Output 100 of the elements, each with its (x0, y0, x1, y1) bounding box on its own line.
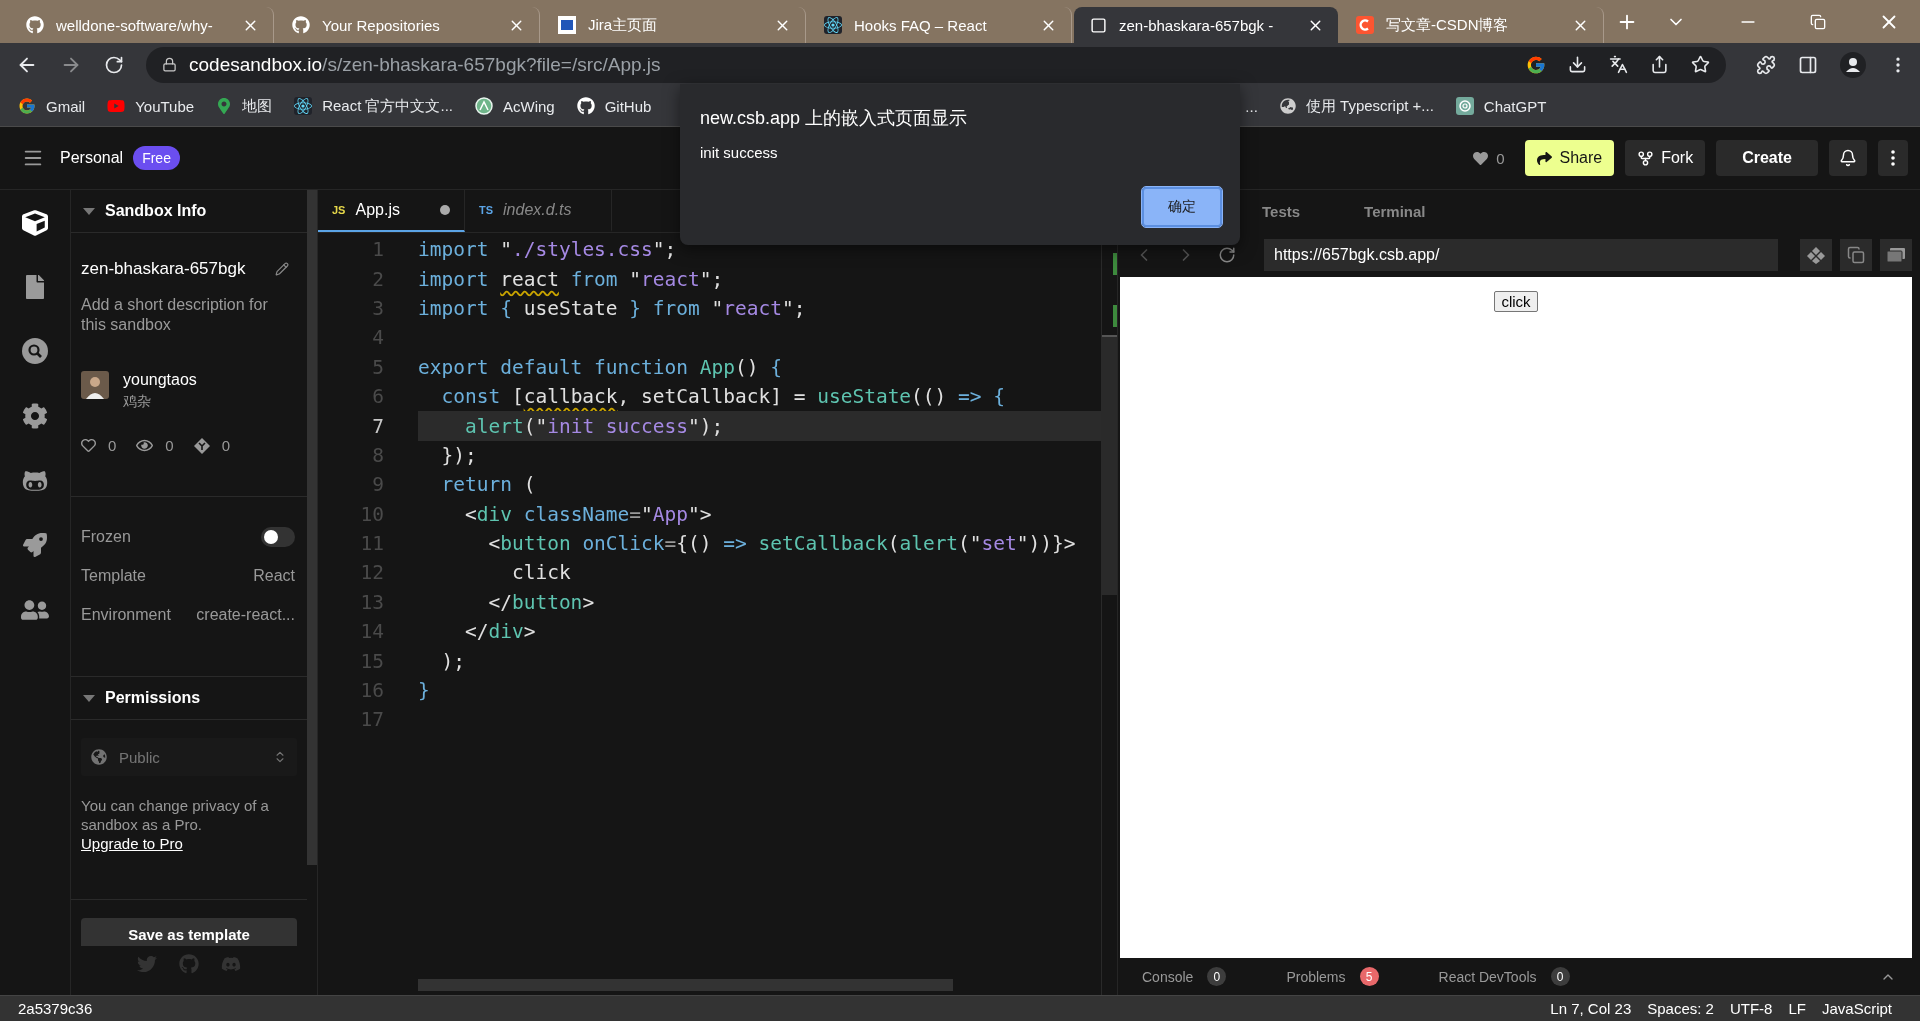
status-item[interactable]: LF (1788, 1000, 1806, 1017)
avatar (81, 371, 109, 399)
google-icon (18, 97, 36, 115)
bookmark[interactable]: GitHub (576, 97, 652, 115)
file-tab[interactable]: JS App.js (318, 190, 465, 232)
star-icon[interactable] (1691, 55, 1710, 74)
preview-url-field[interactable]: https://657bgk.csb.app/ (1264, 239, 1778, 271)
line-number: 7 (371, 414, 385, 438)
google-icon[interactable] (1526, 54, 1546, 75)
console-tab[interactable]: React DevTools 0 (1438, 967, 1570, 986)
code-line: <div className="App"> (463, 501, 713, 528)
collapse-triangle-icon[interactable] (83, 207, 95, 215)
section-heading[interactable]: Permissions (105, 689, 201, 707)
sandbox-description[interactable]: Add a short description for this sandbox (81, 295, 297, 335)
side-panel-icon[interactable] (1798, 54, 1818, 75)
status-item[interactable]: Ln 7, Col 23 (1550, 1000, 1632, 1017)
plan-badge: Free (133, 146, 180, 170)
setting-label: Template (81, 566, 146, 585)
bell-icon (1839, 149, 1857, 167)
page-icon (1090, 16, 1107, 34)
console-tab[interactable]: Problems 5 (1286, 967, 1379, 986)
extensions-icon[interactable] (1756, 54, 1776, 75)
heart-icon (1473, 150, 1489, 166)
setting-label: Frozen (81, 527, 131, 546)
profile-icon[interactable] (1840, 51, 1866, 78)
file-tab[interactable]: TS index.d.ts (465, 190, 612, 232)
stat-count: 0 (136, 437, 174, 454)
header-button[interactable]: Create (1716, 140, 1818, 176)
section-heading[interactable]: Sandbox Info (105, 202, 207, 220)
bookmark[interactable]: ChatGPT (1455, 97, 1547, 115)
panel-tab[interactable]: Terminal (1364, 203, 1426, 220)
youtube-icon (107, 97, 126, 115)
scrollbar-thumb[interactable] (418, 979, 953, 991)
ok-button[interactable]: 确定 (1142, 187, 1222, 227)
search-icon[interactable] (22, 338, 48, 364)
restore-icon[interactable] (1810, 13, 1826, 30)
globe-icon (1279, 98, 1296, 114)
like-count[interactable]: 0 (1473, 149, 1505, 167)
edit-icon[interactable] (275, 262, 289, 276)
file-icon[interactable] (23, 275, 47, 299)
bookmark[interactable]: 使用 Typescript +... (1279, 96, 1434, 116)
cube-icon[interactable] (22, 210, 48, 236)
scrollbar-thumb[interactable] (1102, 335, 1117, 595)
rocket-icon[interactable] (23, 533, 47, 557)
change-marker (1113, 305, 1117, 327)
reload-icon[interactable] (1218, 246, 1236, 264)
save-template-button[interactable]: Save as template (81, 918, 297, 946)
bookmark[interactable]: ... (1245, 97, 1258, 115)
header-button[interactable]: Share (1525, 140, 1615, 176)
collapse-triangle-icon[interactable] (83, 694, 95, 702)
panel-tab[interactable]: Tests (1262, 203, 1301, 220)
stat-count: 0 (81, 437, 117, 454)
toggle-switch[interactable] (261, 526, 295, 547)
notifications-button[interactable] (1829, 140, 1867, 176)
code-line: }); (440, 442, 478, 469)
reload-icon[interactable] (104, 54, 124, 75)
author-name[interactable]: youngtaos (123, 371, 197, 389)
scrollbar-thumb[interactable] (307, 190, 317, 865)
react-icon (824, 16, 842, 34)
copy-icon[interactable] (1840, 239, 1872, 271)
fork-icon (1637, 149, 1655, 167)
translate-icon[interactable] (1609, 55, 1628, 74)
status-item[interactable]: Spaces: 2 (1647, 1000, 1714, 1017)
author-team: 鸡杂 (123, 393, 152, 411)
bookmark[interactable]: 地图 (216, 96, 273, 116)
browser-tab[interactable]: zen-bhaskara-657bgk - (1074, 7, 1338, 43)
bookmark[interactable]: YouTube (107, 97, 195, 115)
workspace-name[interactable]: Personal (60, 149, 124, 167)
code-line: const [callback, setCallback] = useState(() => { (440, 384, 1007, 411)
upgrade-link[interactable]: Upgrade to Pro (81, 835, 183, 852)
setting-value: create-react... (196, 605, 295, 624)
code-line: import react from "react"; (418, 266, 725, 293)
status-item[interactable]: JavaScript (1821, 1000, 1892, 1017)
install-icon[interactable] (1568, 55, 1587, 74)
fork-diamond-icon (193, 437, 210, 454)
bookmark[interactable]: React 官方中文文... (294, 96, 453, 116)
code-line: export default function App() { (418, 354, 783, 381)
more-button[interactable] (1878, 140, 1908, 176)
stat-count: 0 (193, 437, 231, 454)
click-button[interactable]: click (1494, 291, 1538, 312)
count-badge: 0 (1550, 967, 1570, 986)
window-icon[interactable] (1880, 239, 1912, 271)
status-item[interactable]: UTF-8 (1729, 1000, 1773, 1017)
react-icon (294, 97, 313, 115)
bookmark[interactable]: Gmail (18, 97, 86, 115)
setting-value: React (253, 566, 295, 585)
more-icon (1891, 150, 1895, 166)
console-tab[interactable]: Console 0 (1142, 967, 1227, 986)
header-button[interactable]: Fork (1625, 140, 1706, 176)
bookmark[interactable]: AcWing (475, 97, 555, 115)
code-line: return ( (440, 472, 537, 499)
settings-icon[interactable] (22, 403, 48, 429)
code-line: click (510, 560, 572, 587)
share-arrow-icon (1537, 150, 1553, 166)
address-bar[interactable]: codesandbox.io/s/zen-bhaskara-657bgk?file=/src/App.js (146, 46, 1726, 83)
share-icon[interactable] (1650, 55, 1669, 74)
setting-label: Environment (81, 605, 171, 624)
dialog-title: new.csb.app 上的嵌入式页面显示 (700, 107, 969, 130)
dialog-message: init success (700, 144, 779, 161)
globe-icon (91, 749, 107, 765)
